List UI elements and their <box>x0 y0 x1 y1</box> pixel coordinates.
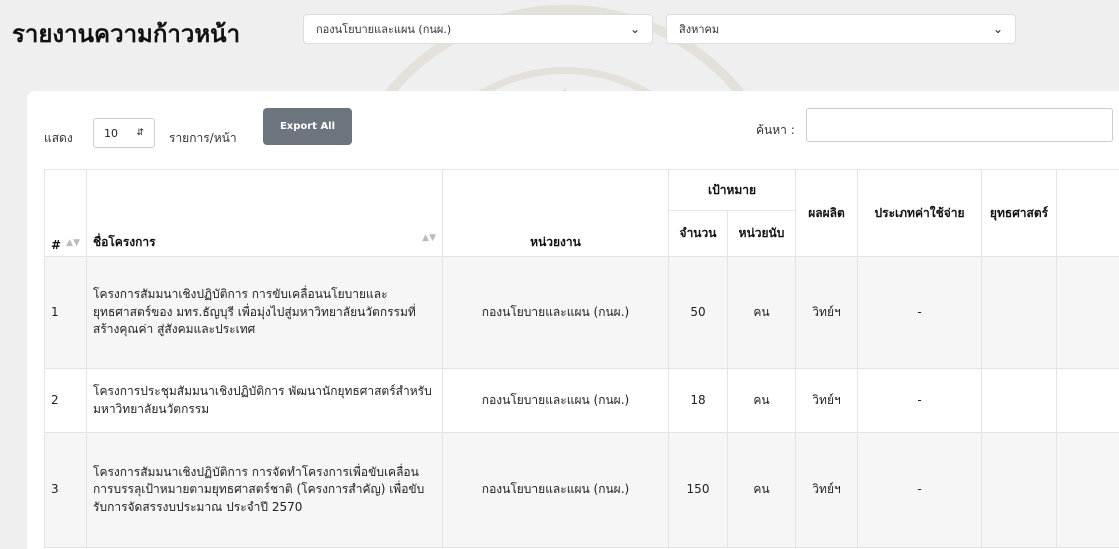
col-header-strategy: ยุทธศาสตร์ <box>981 169 1058 257</box>
cell-expense-type: - <box>857 368 983 433</box>
col-header-expense-type: ประเภทค่าใช้จ่าย <box>857 169 983 257</box>
cell-strategy <box>981 368 1058 433</box>
col-header-amount: จำนวน <box>668 210 728 257</box>
cell-count-unit: คน <box>726 256 797 369</box>
cell-output: วิทย์ฯ <box>795 256 859 369</box>
export-all-button[interactable]: Export All <box>263 108 352 145</box>
cell-amount: 150 <box>668 432 728 548</box>
search-label: ค้นหา : <box>756 123 795 137</box>
chevron-down-icon: ⌄ <box>629 22 640 36</box>
page-length-value: 10 <box>104 126 118 140</box>
col-header-count-unit: หน่วยนับ <box>726 210 797 257</box>
per-page-label: รายการ/หน้า <box>169 131 237 145</box>
cell-count-unit: คน <box>726 432 797 548</box>
page-length-select[interactable]: 10 ⇵ <box>93 118 155 148</box>
cell-extra <box>1056 368 1119 433</box>
chevron-down-icon: ⌄ <box>992 22 1003 36</box>
month-select-value: สิงหาคม <box>679 23 720 36</box>
cell-extra <box>1056 432 1119 548</box>
cell-expense-type: - <box>857 256 983 369</box>
cell-project: โครงการประชุมสัมมนาเชิงปฏิบัติการ พัฒนาน… <box>86 368 443 433</box>
cell-unit: กองนโยบายและแผน (กนผ.) <box>442 432 669 548</box>
cell-index: 2 <box>44 368 87 433</box>
department-select[interactable]: กองนโยบายและแผน (กนผ.) ⌄ <box>303 14 653 44</box>
cell-project: โครงการสัมมนาเชิงปฏิบัติการ การขับเคลื่อ… <box>86 256 443 369</box>
col-header-index[interactable]: # ▲▼ <box>44 169 87 257</box>
cell-index: 1 <box>44 256 87 369</box>
cell-strategy <box>981 432 1058 548</box>
cell-count-unit: คน <box>726 368 797 433</box>
sort-icon: ▲▼ <box>422 233 436 243</box>
sort-icon: ▲▼ <box>66 238 80 248</box>
cell-extra <box>1056 256 1119 369</box>
col-header-output: ผลผลิต <box>795 169 859 257</box>
cell-index: 3 <box>44 432 87 548</box>
sort-updown-icon: ⇵ <box>136 128 144 138</box>
cell-amount: 50 <box>668 256 728 369</box>
table-row: 3 โครงการสัมมนาเชิงปฏิบัติการ การจัดทำโค… <box>44 432 1119 548</box>
col-header-target: เป้าหมาย <box>667 169 797 211</box>
progress-table: # ▲▼ ชื่อโครงการ ▲▼ หน่วยงาน เป้าหมาย ผล… <box>44 169 1119 548</box>
cell-amount: 18 <box>668 368 728 433</box>
cell-strategy <box>981 256 1058 369</box>
col-header-unit: หน่วยงาน <box>442 169 669 257</box>
cell-unit: กองนโยบายและแผน (กนผ.) <box>442 256 669 369</box>
col-header-extra <box>1056 169 1119 257</box>
cell-output: วิทย์ฯ <box>795 368 859 433</box>
show-label: แสดง <box>44 131 73 145</box>
department-select-value: กองนโยบายและแผน (กนผ.) <box>316 23 452 36</box>
page-title: รายงานความก้าวหน้า <box>12 20 241 48</box>
cell-expense-type: - <box>857 432 983 548</box>
table-row: 2 โครงการประชุมสัมมนาเชิงปฏิบัติการ พัฒน… <box>44 368 1119 433</box>
month-select[interactable]: สิงหาคม ⌄ <box>666 14 1016 44</box>
report-card: แสดง 10 ⇵ รายการ/หน้า Export All ค้นหา :… <box>27 91 1119 549</box>
table-row: 1 โครงการสัมมนาเชิงปฏิบัติการ การขับเคลื… <box>44 256 1119 369</box>
cell-unit: กองนโยบายและแผน (กนผ.) <box>442 368 669 433</box>
search-input[interactable] <box>806 108 1113 142</box>
report-header: รายงานความก้าวหน้า กองนโยบายและแผน (กนผ.… <box>0 0 1119 70</box>
cell-output: วิทย์ฯ <box>795 432 859 548</box>
cell-project: โครงการสัมมนาเชิงปฏิบัติการ การจัดทำโครง… <box>86 432 443 548</box>
col-header-project[interactable]: ชื่อโครงการ ▲▼ <box>86 169 443 257</box>
